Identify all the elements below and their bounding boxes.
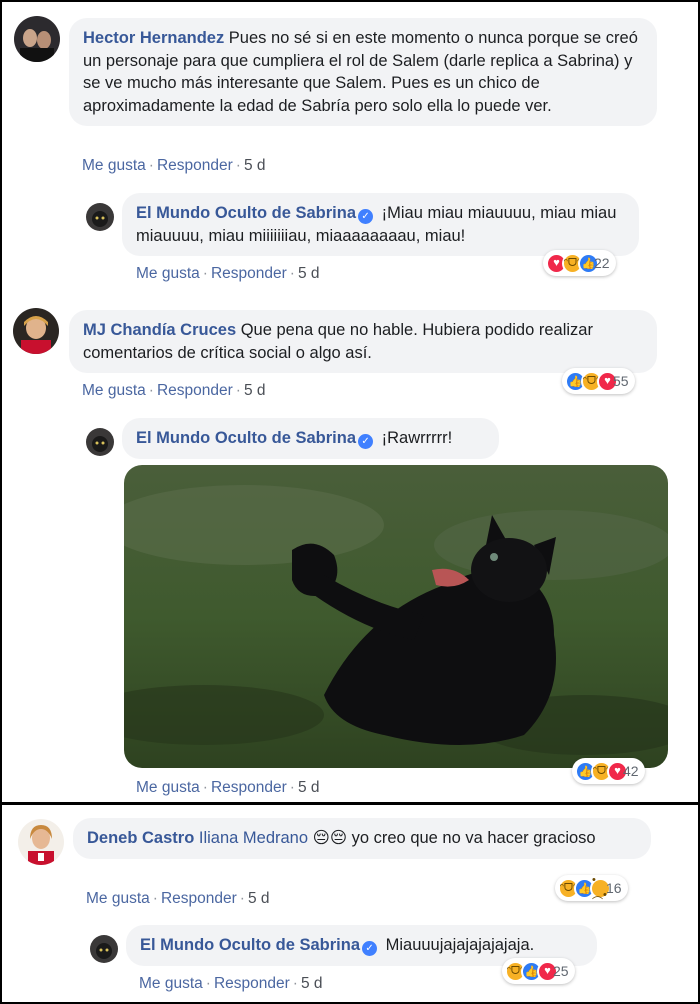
verified-badge-icon: ✓ [358,209,374,224]
avatar-deneb[interactable] [18,819,64,865]
timestamp[interactable]: 5 d [298,779,320,796]
comment-bubble-mj: MJ Chandía Cruces Que pena que no hable.… [69,310,657,373]
reply-link[interactable]: Responder [214,975,290,992]
reply-text: ¡Rawrrrrr! [381,429,453,447]
timestamp[interactable]: 5 d [244,157,266,174]
reply-text: Miauuujajajajajajaja. [385,936,535,954]
black-cat-photo[interactable] [124,465,668,768]
reply-link[interactable]: Responder [211,779,287,796]
verified-badge-icon: ✓ [362,941,378,956]
like-link[interactable]: Me gusta [82,157,146,174]
reply-bubble: El Mundo Oculto de Sabrina ✓ ¡Rawrrrrr! [122,418,499,459]
comment-bubble-deneb: Deneb Castro Iliana Medrano 😔😔 yo creo q… [73,818,651,859]
like-link[interactable]: Me gusta [139,975,203,992]
verified-badge-icon: ✓ [358,434,374,449]
reply-link[interactable]: Responder [211,265,287,282]
author-name[interactable]: El Mundo Oculto de Sabrina [136,429,356,447]
comment-bubble-hector: Hector Hernandez Pues no sé si en este m… [69,18,657,126]
reaction-count: 42 [623,763,639,779]
timestamp[interactable]: 5 d [301,975,323,992]
like-link[interactable]: Me gusta [86,890,150,907]
avatar-hector[interactable] [14,16,60,62]
like-link[interactable]: Me gusta [136,265,200,282]
avatar-mj[interactable] [13,308,59,354]
avatar-page[interactable] [86,203,114,231]
like-link[interactable]: Me gusta [82,382,146,399]
reply-link[interactable]: Responder [157,157,233,174]
comment-actions: Me gusta · Responder · 5 d [82,382,266,399]
timestamp[interactable]: 5 d [244,382,266,399]
author-name[interactable]: MJ Chandía Cruces [83,321,236,339]
reply-link[interactable]: Responder [157,382,233,399]
reply-actions: Me gusta · Responder · 5 d [136,265,320,282]
author-name[interactable]: Deneb Castro [87,829,194,847]
comment-thread-panel-1: Hector Hernandez Pues no sé si en este m… [0,0,700,804]
timestamp[interactable]: 5 d [298,265,320,282]
avatar-page[interactable] [86,428,114,456]
reaction-count: 25 [553,963,569,979]
reactions-summary[interactable]: 👍 ᵔᗜᵔ ♥ 42 [572,758,645,784]
reaction-count: 55 [613,373,629,389]
comment-actions: Me gusta · Responder · 5 d [86,890,270,907]
author-name[interactable]: El Mundo Oculto de Sabrina [136,204,356,222]
pensive-emoji-icon: 😔😔 [312,829,348,847]
avatar-page[interactable] [90,935,118,963]
author-name[interactable]: Hector Hernandez [83,29,224,47]
comment-actions: Me gusta · Responder · 5 d [82,157,266,174]
reply-actions: Me gusta · Responder · 5 d [136,779,320,796]
reaction-count: 22 [594,255,610,271]
mention-link[interactable]: Iliana Medrano [199,829,308,847]
reaction-count: 16 [606,880,622,896]
reactions-summary[interactable]: 👍 ᵔᗜᵔ ♥ 55 [562,368,635,394]
reactions-summary[interactable]: ᵔᗜᵔ 👍 ♥ 25 [502,958,575,984]
reply-bubble: El Mundo Oculto de Sabrina ✓ ¡Miau miau m… [122,193,639,256]
timestamp[interactable]: 5 d [248,890,270,907]
reply-actions: Me gusta · Responder · 5 d [139,975,323,992]
author-name[interactable]: El Mundo Oculto de Sabrina [140,936,360,954]
reply-link[interactable]: Responder [161,890,237,907]
comment-thread-panel-2: Deneb Castro Iliana Medrano 😔😔 yo creo q… [0,803,700,1004]
comment-text: yo creo que no va hacer gracioso [351,829,596,847]
reactions-summary[interactable]: ᵔᗜᵔ 👍 •︵• 16 [555,874,628,901]
like-link[interactable]: Me gusta [136,779,200,796]
reactions-summary[interactable]: ♥ ᵔᗜᵔ 👍 22 [543,250,616,276]
